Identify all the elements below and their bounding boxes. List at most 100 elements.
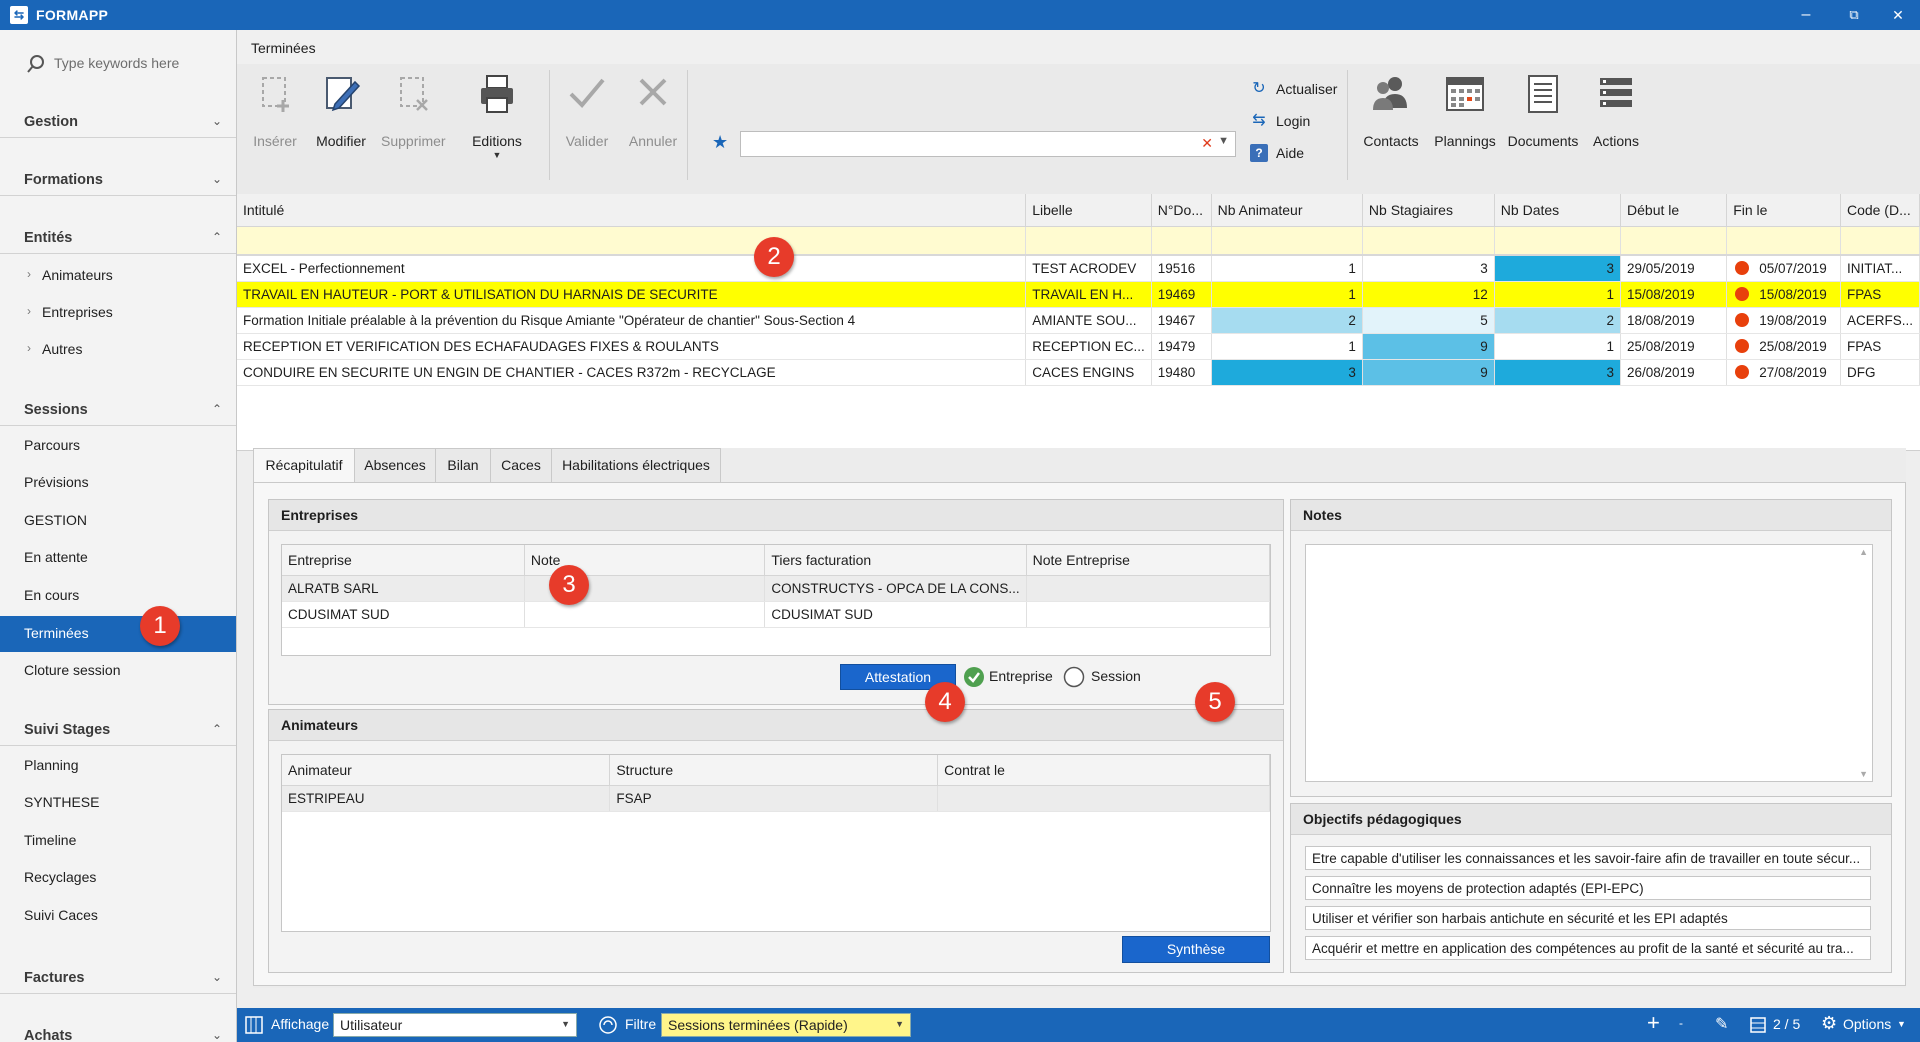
sidebar-group-entites[interactable]: Entités ⌃ xyxy=(0,224,236,254)
tab-caces[interactable]: Caces xyxy=(490,448,552,483)
cell-note-entreprise[interactable] xyxy=(1026,601,1271,628)
column-header[interactable]: Nb Dates xyxy=(1494,194,1622,227)
column-header[interactable]: Note Entreprise xyxy=(1026,545,1271,576)
column-header[interactable]: Nb Stagiaires xyxy=(1362,194,1495,227)
column-header[interactable]: Début le xyxy=(1620,194,1728,227)
sidebar-item-planning[interactable]: Planning xyxy=(0,748,236,784)
column-header[interactable]: Fin le xyxy=(1726,194,1841,227)
table-row[interactable]: CONDUIRE EN SECURITE UN ENGIN DE CHANTIE… xyxy=(237,359,1920,386)
sidebar-item-timeline[interactable]: Timeline xyxy=(0,823,236,859)
column-header[interactable]: N°Do... xyxy=(1151,194,1212,227)
sidebar-group-factures[interactable]: Factures ⌄ xyxy=(0,964,236,994)
column-header[interactable]: Code (D... xyxy=(1840,194,1920,227)
close-button[interactable]: ✕ xyxy=(1880,4,1916,26)
column-header[interactable]: Entreprise xyxy=(282,545,525,576)
sidebar-search-input[interactable]: Type keywords here xyxy=(22,52,222,74)
sidebar-item-synthese[interactable]: SYNTHESE xyxy=(0,785,236,821)
filter-cell[interactable] xyxy=(1840,226,1920,256)
sidebar-item-suivi-caces[interactable]: Suivi Caces xyxy=(0,898,236,934)
sidebar-item-autres[interactable]: › Autres xyxy=(0,332,236,368)
pencil-icon[interactable]: ✎ xyxy=(1715,1014,1728,1034)
sidebar-item-recyclages[interactable]: Recyclages xyxy=(0,860,236,896)
chevron-down-icon[interactable]: ▼ xyxy=(1218,135,1229,147)
radio-entreprise[interactable]: Entreprise xyxy=(963,666,1063,688)
column-header[interactable]: Nb Animateur xyxy=(1211,194,1363,227)
chevron-down-icon: ▼ xyxy=(895,1019,904,1029)
sidebar-item-parcours[interactable]: Parcours xyxy=(0,428,236,464)
radio-session[interactable]: Session xyxy=(1063,666,1153,688)
affichage-select[interactable]: Utilisateur ▼ xyxy=(333,1013,577,1037)
column-header[interactable]: Tiers facturation xyxy=(764,545,1027,576)
cell-note[interactable] xyxy=(524,601,766,628)
clear-icon[interactable]: ✕ xyxy=(1201,135,1213,152)
sidebar-group-achats[interactable]: Achats ⌄ xyxy=(0,1022,236,1042)
sidebar-group-suivi-stages[interactable]: Suivi Stages ⌃ xyxy=(0,716,236,746)
synthese-button[interactable]: Synthèse xyxy=(1122,936,1270,963)
favorite-filter-combo[interactable]: ✕ ▼ xyxy=(740,131,1236,157)
plannings-button[interactable]: Plannings xyxy=(1427,72,1503,149)
column-header[interactable]: Structure xyxy=(609,755,939,786)
column-header[interactable]: Libelle xyxy=(1025,194,1152,227)
table-row-selected[interactable]: TRAVAIL EN HAUTEUR - PORT & UTILISATION … xyxy=(237,281,1920,308)
filter-cell[interactable] xyxy=(237,226,1027,256)
cell-note-entreprise[interactable] xyxy=(1026,575,1271,602)
options-button[interactable]: Options xyxy=(1843,1016,1891,1032)
filter-cell[interactable] xyxy=(1620,226,1728,256)
document-tab[interactable]: Terminées xyxy=(237,30,1920,64)
sidebar-item-en-cours[interactable]: En cours xyxy=(0,578,236,614)
sidebar-item-terminees[interactable]: Terminées xyxy=(0,616,236,652)
panel-header: Entreprises xyxy=(269,500,1283,531)
delete-button[interactable]: Supprimer xyxy=(381,72,446,149)
column-header[interactable]: Animateur xyxy=(282,755,611,786)
sidebar-item-cloture-session[interactable]: Cloture session xyxy=(0,653,236,689)
sidebar-group-gestion[interactable]: Gestion ⌄ xyxy=(0,108,236,138)
insert-button[interactable]: Insérer xyxy=(243,72,307,149)
gear-icon[interactable]: ⚙ xyxy=(1821,1013,1837,1034)
table-row[interactable]: Formation Initiale préalable à la préven… xyxy=(237,307,1920,334)
star-icon[interactable]: ★ xyxy=(712,132,728,153)
table-row[interactable]: CDUSIMAT SUD CDUSIMAT SUD xyxy=(282,601,1271,628)
add-icon[interactable]: + xyxy=(1647,1012,1660,1034)
filter-cell[interactable] xyxy=(1494,226,1622,256)
table-row[interactable]: ALRATB SARL CONSTRUCTYS - OPCA DE LA CON… xyxy=(282,575,1271,602)
column-header[interactable]: Contrat le xyxy=(937,755,1270,786)
filter-cell[interactable] xyxy=(1151,226,1212,256)
minimize-button[interactable]: – xyxy=(1788,4,1824,26)
sidebar-item-previsions[interactable]: Prévisions xyxy=(0,465,236,501)
login-button[interactable]: ⇆ Login xyxy=(1250,110,1360,132)
sidebar-group-sessions[interactable]: Sessions ⌃ xyxy=(0,396,236,426)
tab-bilan[interactable]: Bilan xyxy=(435,448,491,483)
column-header[interactable]: Intitulé xyxy=(237,194,1027,227)
filter-cell[interactable] xyxy=(1211,226,1363,256)
documents-button[interactable]: Documents xyxy=(1503,72,1583,149)
filter-cell[interactable] xyxy=(1362,226,1495,256)
table-row[interactable]: RECEPTION ET VERIFICATION DES ECHAFAUDAG… xyxy=(237,333,1920,360)
minus-icon[interactable]: - xyxy=(1679,1016,1683,1030)
filtre-select[interactable]: Sessions terminées (Rapide) ▼ xyxy=(661,1013,911,1037)
sidebar-group-formations[interactable]: Formations ⌄ xyxy=(0,166,236,196)
help-button[interactable]: ? Aide xyxy=(1250,142,1360,164)
filter-row[interactable] xyxy=(237,226,1920,256)
scroll-down-icon[interactable]: ▼ xyxy=(1859,769,1868,779)
tab-absences[interactable]: Absences xyxy=(354,448,436,483)
edit-button[interactable]: Modifier xyxy=(309,72,373,149)
refresh-button[interactable]: ↻ Actualiser xyxy=(1250,78,1360,100)
tab-recapitulatif[interactable]: Récapitulatif xyxy=(253,448,355,484)
sidebar-item-entreprises[interactable]: › Entreprises xyxy=(0,295,236,331)
validate-button[interactable]: Valider xyxy=(555,72,619,149)
contacts-button[interactable]: Contacts xyxy=(1353,72,1429,149)
filter-cell[interactable] xyxy=(1025,226,1152,256)
sidebar-item-en-attente[interactable]: En attente xyxy=(0,540,236,576)
notes-textarea[interactable]: ▲ ▼ xyxy=(1305,544,1873,782)
sidebar-item-gestion[interactable]: GESTION xyxy=(0,503,236,539)
restore-button[interactable]: ⧉ xyxy=(1836,4,1872,26)
sidebar-item-animateurs[interactable]: › Animateurs xyxy=(0,258,236,294)
cancel-button[interactable]: Annuler xyxy=(621,72,685,149)
table-row[interactable]: ESTRIPEAU FSAP xyxy=(282,785,1270,812)
editions-button[interactable]: Editions ▼ xyxy=(457,72,537,160)
actions-button[interactable]: Actions xyxy=(1581,72,1651,149)
filter-cell[interactable] xyxy=(1726,226,1841,256)
scroll-up-icon[interactable]: ▲ xyxy=(1859,547,1868,557)
table-row[interactable]: EXCEL - Perfectionnement TEST ACRODEV 19… xyxy=(237,255,1920,282)
tab-habilitations[interactable]: Habilitations électriques xyxy=(551,448,721,483)
